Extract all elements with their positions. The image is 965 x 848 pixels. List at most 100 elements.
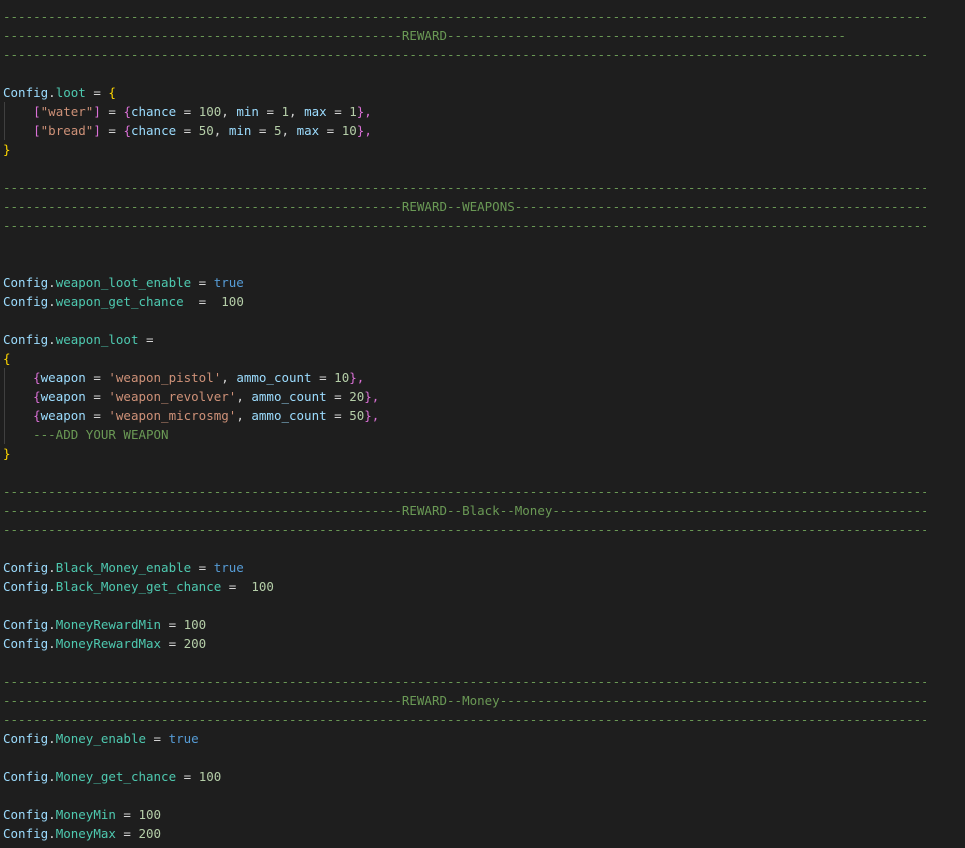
weapon-pistol-value: 'weapon_pistol' [108,370,222,385]
comma: , [221,370,237,385]
code-line-black-money-header[interactable]: ----------------------------------------… [3,501,926,520]
code-line-money-enable[interactable]: Config.Money_enable = true [3,729,199,748]
comment-divider: ----------------------------------------… [3,218,926,233]
code-line-money-min[interactable]: Config.MoneyMin = 100 [3,805,161,824]
code-line-weapon-enable[interactable]: Config.weapon_loot_enable = true [3,273,244,292]
code-editor[interactable]: ----------------------------------------… [0,0,965,848]
line-end: }, [356,104,372,119]
code-line-1[interactable]: ----------------------------------------… [3,7,926,26]
money-min-value: 100 [138,807,162,822]
line-end: }, [349,370,365,385]
code-line-loot-bread[interactable]: ["bread"] = {chance = 50, min = 5, max =… [3,121,372,140]
code-line-loot-open[interactable]: Config.loot = { [3,83,116,102]
pistol-ammo-value: 10 [334,370,350,385]
assign-operator: = [115,826,139,841]
weapon-loot-enable-field: weapon_loot_enable [55,275,192,290]
code-line-weapons-header[interactable]: ----------------------------------------… [3,197,926,216]
comma: , [236,389,252,404]
assign-operator: = [85,408,109,423]
comma: , [213,123,229,138]
code-line-divider[interactable]: ----------------------------------------… [3,482,926,501]
bread-chance-value: 50 [198,123,214,138]
code-line-3[interactable]: ----------------------------------------… [3,45,926,64]
assign-operator: = [176,104,199,119]
comment-divider: ----------------------------------------… [3,180,926,195]
revolver-ammo-value: 20 [349,389,365,404]
config-identifier: Config [3,731,49,746]
code-line-divider[interactable]: ----------------------------------------… [3,710,926,729]
dot-operator: . [48,636,56,651]
microsmg-ammo-value: 50 [349,408,365,423]
chance-key: chance [130,104,177,119]
comma: , [221,104,237,119]
bread-min-value: 5 [273,123,282,138]
config-identifier: Config [3,275,49,290]
assign-operator: = [221,579,252,594]
assign-operator: = [85,389,109,404]
assign-operator: = [326,408,350,423]
dot-operator: . [48,560,56,575]
open-brace: { [123,123,131,138]
code-line-money-max[interactable]: Config.MoneyMax = 200 [3,824,161,843]
ammo-count-key: ammo_count [236,370,312,385]
code-line-black-money-chance[interactable]: Config.Black_Money_get_chance = 100 [3,577,274,596]
true-keyword: true [213,275,244,290]
black-money-get-chance-field: Black_Money_get_chance [55,579,222,594]
code-line-divider[interactable]: ----------------------------------------… [3,672,926,691]
code-line-2[interactable]: ----------------------------------------… [3,26,926,45]
water-min-value: 1 [281,104,290,119]
money-reward-min-value: 100 [183,617,207,632]
open-brace: { [123,104,131,119]
code-line-loot-water[interactable]: ["water"] = {chance = 100, min = 1, max … [3,102,372,121]
money-min-field: MoneyMin [55,807,116,822]
max-key: max [304,104,327,119]
assign-operator: = [183,294,222,309]
code-line-divider[interactable]: ----------------------------------------… [3,178,926,197]
dot-operator: . [48,807,56,822]
config-identifier: Config [3,617,49,632]
config-identifier: Config [3,579,49,594]
config-identifier: Config [3,636,49,651]
code-line-divider[interactable]: ----------------------------------------… [3,216,926,235]
money-chance-value: 100 [198,769,222,784]
code-line-weapon-loot[interactable]: Config.weapon_loot = [3,330,161,349]
min-key: min [228,123,252,138]
code-line-weapon-open[interactable]: { [3,349,11,368]
config-identifier: Config [3,560,49,575]
code-line-weapon-microsmg[interactable]: {weapon = 'weapon_microsmg', ammo_count … [3,406,379,425]
code-line-divider[interactable]: ----------------------------------------… [3,520,926,539]
code-line-weapon-pistol[interactable]: {weapon = 'weapon_pistol', ammo_count = … [3,368,364,387]
water-max-value: 1 [349,104,357,119]
comment-divider: ----------------------------------------… [3,484,926,499]
code-line-money-reward-min[interactable]: Config.MoneyRewardMin = 100 [3,615,206,634]
code-line-weapon-close[interactable]: } [3,444,11,463]
code-line-money-reward-max[interactable]: Config.MoneyRewardMax = 200 [3,634,206,653]
assign-operator: = [85,370,109,385]
assign-operator: = [258,104,282,119]
code-line-money-header[interactable]: ----------------------------------------… [3,691,926,710]
code-line-weapon-chance[interactable]: Config.weapon_get_chance = 100 [3,292,244,311]
close-brace: } [3,446,11,461]
black-money-enable-field: Black_Money_enable [55,560,192,575]
open-brace: { [108,85,116,100]
code-line-add-weapon-comment[interactable]: ---ADD YOUR WEAPON [3,425,168,444]
comment-divider: ----------------------------------------… [3,522,926,537]
code-line-loot-close[interactable]: } [3,140,11,159]
code-line-weapon-revolver[interactable]: {weapon = 'weapon_revolver', ammo_count … [3,387,379,406]
loot-field: loot [55,85,86,100]
comment-divider: ----------------------------------------… [3,9,926,24]
money-reward-max-value: 200 [183,636,207,651]
open-brace: { [3,351,11,366]
open-brace: { [33,408,41,423]
comment-divider: ----------------------------------------… [3,712,926,727]
close-bracket: ] [93,123,101,138]
code-line-black-money-enable[interactable]: Config.Black_Money_enable = true [3,558,244,577]
dot-operator: . [48,617,56,632]
dot-operator: . [48,275,56,290]
assign-operator: = [115,807,139,822]
code-line-money-chance[interactable]: Config.Money_get_chance = 100 [3,767,221,786]
assign-operator: = [161,636,184,651]
chance-key: chance [130,123,177,138]
bread-key: "bread" [40,123,94,138]
